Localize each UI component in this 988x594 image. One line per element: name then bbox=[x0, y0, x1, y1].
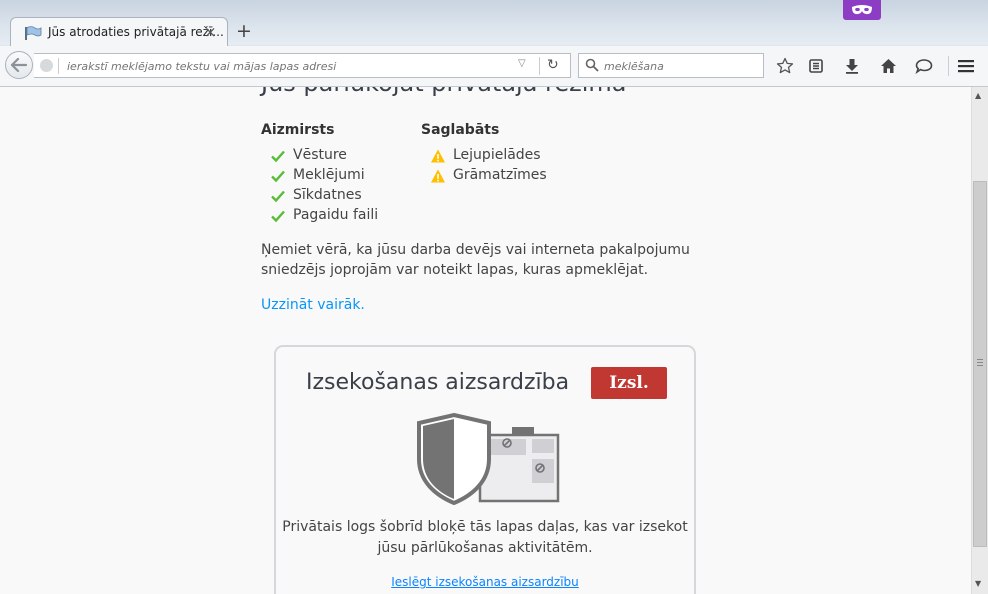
saved-item: Lejupielādes bbox=[431, 147, 541, 163]
menu-icon[interactable] bbox=[954, 54, 978, 78]
check-icon bbox=[271, 190, 285, 203]
tracking-protection-shield-icon bbox=[417, 413, 560, 505]
learn-more-link[interactable]: Uzzināt vairāk. bbox=[261, 297, 365, 313]
chat-bubble-icon[interactable] bbox=[912, 54, 936, 78]
check-icon bbox=[271, 170, 285, 183]
warning-icon bbox=[431, 149, 445, 163]
forgotten-heading: Aizmirsts bbox=[261, 122, 335, 138]
bookmark-star-icon[interactable] bbox=[773, 54, 797, 78]
warning-icon bbox=[431, 169, 445, 183]
home-icon[interactable] bbox=[876, 54, 900, 78]
address-input[interactable] bbox=[67, 59, 507, 73]
back-button[interactable] bbox=[5, 51, 33, 79]
navigation-toolbar: ▽ ↻ bbox=[0, 46, 988, 87]
scroll-up-arrow-icon[interactable]: ▲ bbox=[975, 91, 981, 100]
tracking-protection-description: Privātais logs šobrīd bloķē tās lapas da… bbox=[282, 519, 688, 556]
tracking-protection-panel: Izsekošanas aizsardzība Izsl. Privātais … bbox=[274, 345, 696, 594]
close-tab-icon[interactable]: × bbox=[204, 23, 217, 41]
saved-item: Grāmatzīmes bbox=[431, 167, 547, 183]
scrollbar-thumb[interactable] bbox=[973, 181, 987, 547]
title-bar: Jūs atrodaties privātajā režī... × + bbox=[0, 0, 988, 46]
tab-title: Jūs atrodaties privātajā režī... bbox=[48, 25, 224, 39]
private-tab-favicon-icon bbox=[24, 25, 42, 40]
private-browsing-mask-icon bbox=[843, 0, 881, 20]
reading-list-icon[interactable] bbox=[804, 54, 828, 78]
vertical-scrollbar[interactable]: ▲ ▼ bbox=[971, 87, 988, 594]
globe-icon bbox=[40, 59, 53, 72]
tracking-protection-title: Izsekošanas aizsardzība bbox=[306, 370, 570, 395]
page-content: Jūs pārlūkojat privātajā režīmā Aizmirst… bbox=[0, 87, 971, 594]
scrollbar-grip bbox=[977, 359, 983, 366]
toolbar-divider bbox=[948, 56, 949, 76]
forgotten-item: Vēsture bbox=[271, 147, 347, 163]
saved-heading: Saglabāts bbox=[421, 122, 500, 138]
forgotten-item: Meklējumi bbox=[271, 167, 365, 183]
privacy-note: Ņemiet vērā, ka jūsu darba devējs vai in… bbox=[261, 242, 690, 278]
divider bbox=[539, 57, 540, 75]
enable-tracking-protection-link[interactable]: Ieslēgt izsekošanas aizsardzību bbox=[276, 575, 694, 589]
search-icon bbox=[585, 58, 599, 72]
forgotten-item: Sīkdatnes bbox=[271, 187, 362, 203]
page-heading: Jūs pārlūkojat privātajā režīmā bbox=[261, 87, 627, 97]
check-icon bbox=[271, 210, 285, 223]
scroll-down-arrow-icon[interactable]: ▼ bbox=[975, 579, 981, 588]
download-icon[interactable] bbox=[840, 54, 864, 78]
check-icon bbox=[271, 150, 285, 163]
new-tab-button[interactable]: + bbox=[234, 20, 254, 42]
search-bar[interactable] bbox=[578, 53, 764, 78]
address-bar[interactable]: ▽ ↻ bbox=[34, 53, 571, 78]
forgotten-item: Pagaidu faili bbox=[271, 207, 378, 223]
tab-private-browsing[interactable]: Jūs atrodaties privātajā režī... × bbox=[10, 17, 228, 46]
divider bbox=[58, 58, 59, 74]
reload-icon[interactable]: ↻ bbox=[547, 57, 559, 73]
search-input[interactable] bbox=[604, 59, 754, 73]
tracking-protection-toggle[interactable]: Izsl. bbox=[591, 367, 667, 399]
back-arrow-icon bbox=[11, 58, 27, 72]
history-dropdown-icon[interactable]: ▽ bbox=[518, 58, 526, 69]
